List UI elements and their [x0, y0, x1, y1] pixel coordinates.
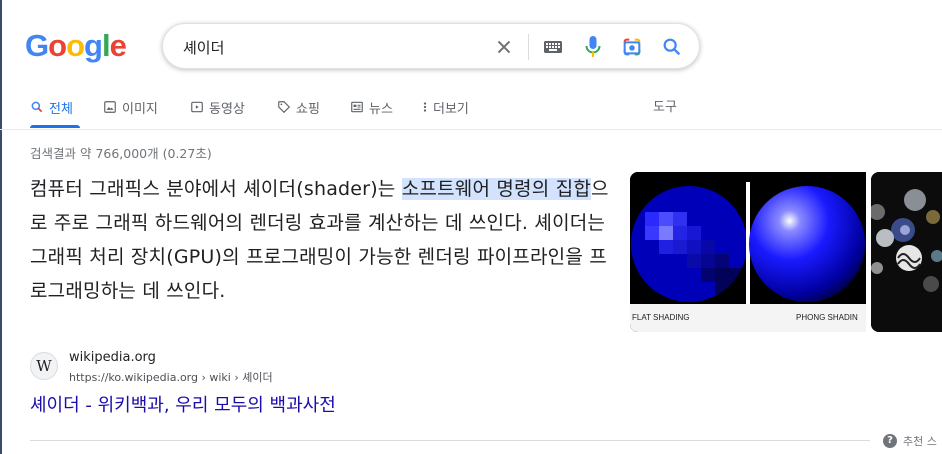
results-divider — [30, 440, 870, 441]
logo-letter: o — [66, 28, 85, 63]
tab-label: 더보기 — [433, 101, 469, 117]
wikipedia-favicon-icon[interactable]: W — [30, 352, 58, 380]
feedback-button[interactable]: ? 추천 스 — [883, 433, 937, 449]
tab-label: 뉴스 — [369, 101, 393, 117]
video-icon — [191, 101, 203, 113]
tab-images[interactable]: 이미지 — [103, 96, 158, 118]
logo-letter: G — [25, 28, 49, 63]
tab-videos[interactable]: 동영상 — [190, 96, 245, 118]
logo-letter: e — [109, 28, 127, 63]
search-input[interactable]: 셰이더 — [183, 37, 224, 58]
image-label-right: PHONG SHADIN — [796, 313, 858, 322]
tab-label: 이미지 — [122, 101, 158, 117]
tag-icon — [278, 101, 291, 114]
snippet-images[interactable]: FLAT SHADING PHONG SHADIN — [630, 172, 942, 332]
more-vert-icon — [423, 102, 427, 112]
logo-letter: l — [101, 28, 111, 63]
search-tabs: 전체 이미지 동영상 쇼핑 뉴스 더보기 — [30, 96, 730, 130]
help-icon: ? — [883, 434, 897, 448]
spheres-illustration — [871, 172, 942, 332]
tabs-divider — [0, 129, 942, 130]
tab-more[interactable]: 더보기 — [422, 96, 469, 118]
tab-all[interactable]: 전체 — [30, 96, 73, 118]
tab-label: 전체 — [49, 101, 73, 117]
shading-comparison-image[interactable]: FLAT SHADING PHONG SHADIN — [630, 172, 866, 332]
logo-letter: o — [48, 28, 67, 63]
search-divider — [528, 34, 529, 60]
tools-button[interactable]: 도구 — [653, 96, 677, 115]
snippet-text-before: 컴퓨터 그래픽스 분야에서 셰이더(shader)는 — [30, 178, 402, 200]
shader-spheres-image[interactable] — [871, 172, 942, 332]
keyboard-icon[interactable] — [543, 38, 563, 56]
feedback-label: 추천 스 — [903, 435, 937, 448]
tab-label: 동영상 — [209, 101, 245, 117]
search-box[interactable]: 셰이더 — [162, 23, 700, 69]
result-title-link[interactable]: 셰이더 - 위키백과, 우리 모두의 백과사전 — [30, 391, 336, 417]
active-tab-indicator — [30, 125, 80, 128]
snippet-highlight: 소프트웨어 명령의 집합 — [401, 178, 592, 200]
tab-label: 쇼핑 — [296, 101, 320, 117]
result-stats: 검색결과 약 766,000개 (0.27초) — [30, 146, 212, 161]
image-label-left: FLAT SHADING — [632, 313, 690, 322]
image-icon — [104, 101, 116, 113]
camera-lens-icon[interactable] — [621, 36, 643, 58]
search-icon[interactable] — [661, 36, 683, 58]
news-icon — [351, 101, 363, 113]
source-site-name[interactable]: wikipedia.org — [69, 350, 156, 365]
search-icon — [31, 101, 43, 113]
source-url[interactable]: https://ko.wikipedia.org › wiki › 셰이더 — [69, 369, 273, 385]
clear-icon[interactable] — [493, 36, 515, 58]
logo-letter: g — [84, 28, 103, 63]
tab-news[interactable]: 뉴스 — [350, 96, 393, 118]
featured-snippet-text: 컴퓨터 그래픽스 분야에서 셰이더(shader)는 소프트웨어 명령의 집합으… — [30, 172, 610, 308]
tab-shopping[interactable]: 쇼핑 — [277, 96, 320, 118]
shading-illustration: FLAT SHADING PHONG SHADIN — [630, 172, 866, 332]
window-left-edge — [0, 0, 2, 454]
google-logo[interactable]: Google — [25, 28, 127, 64]
microphone-icon[interactable] — [583, 35, 603, 59]
